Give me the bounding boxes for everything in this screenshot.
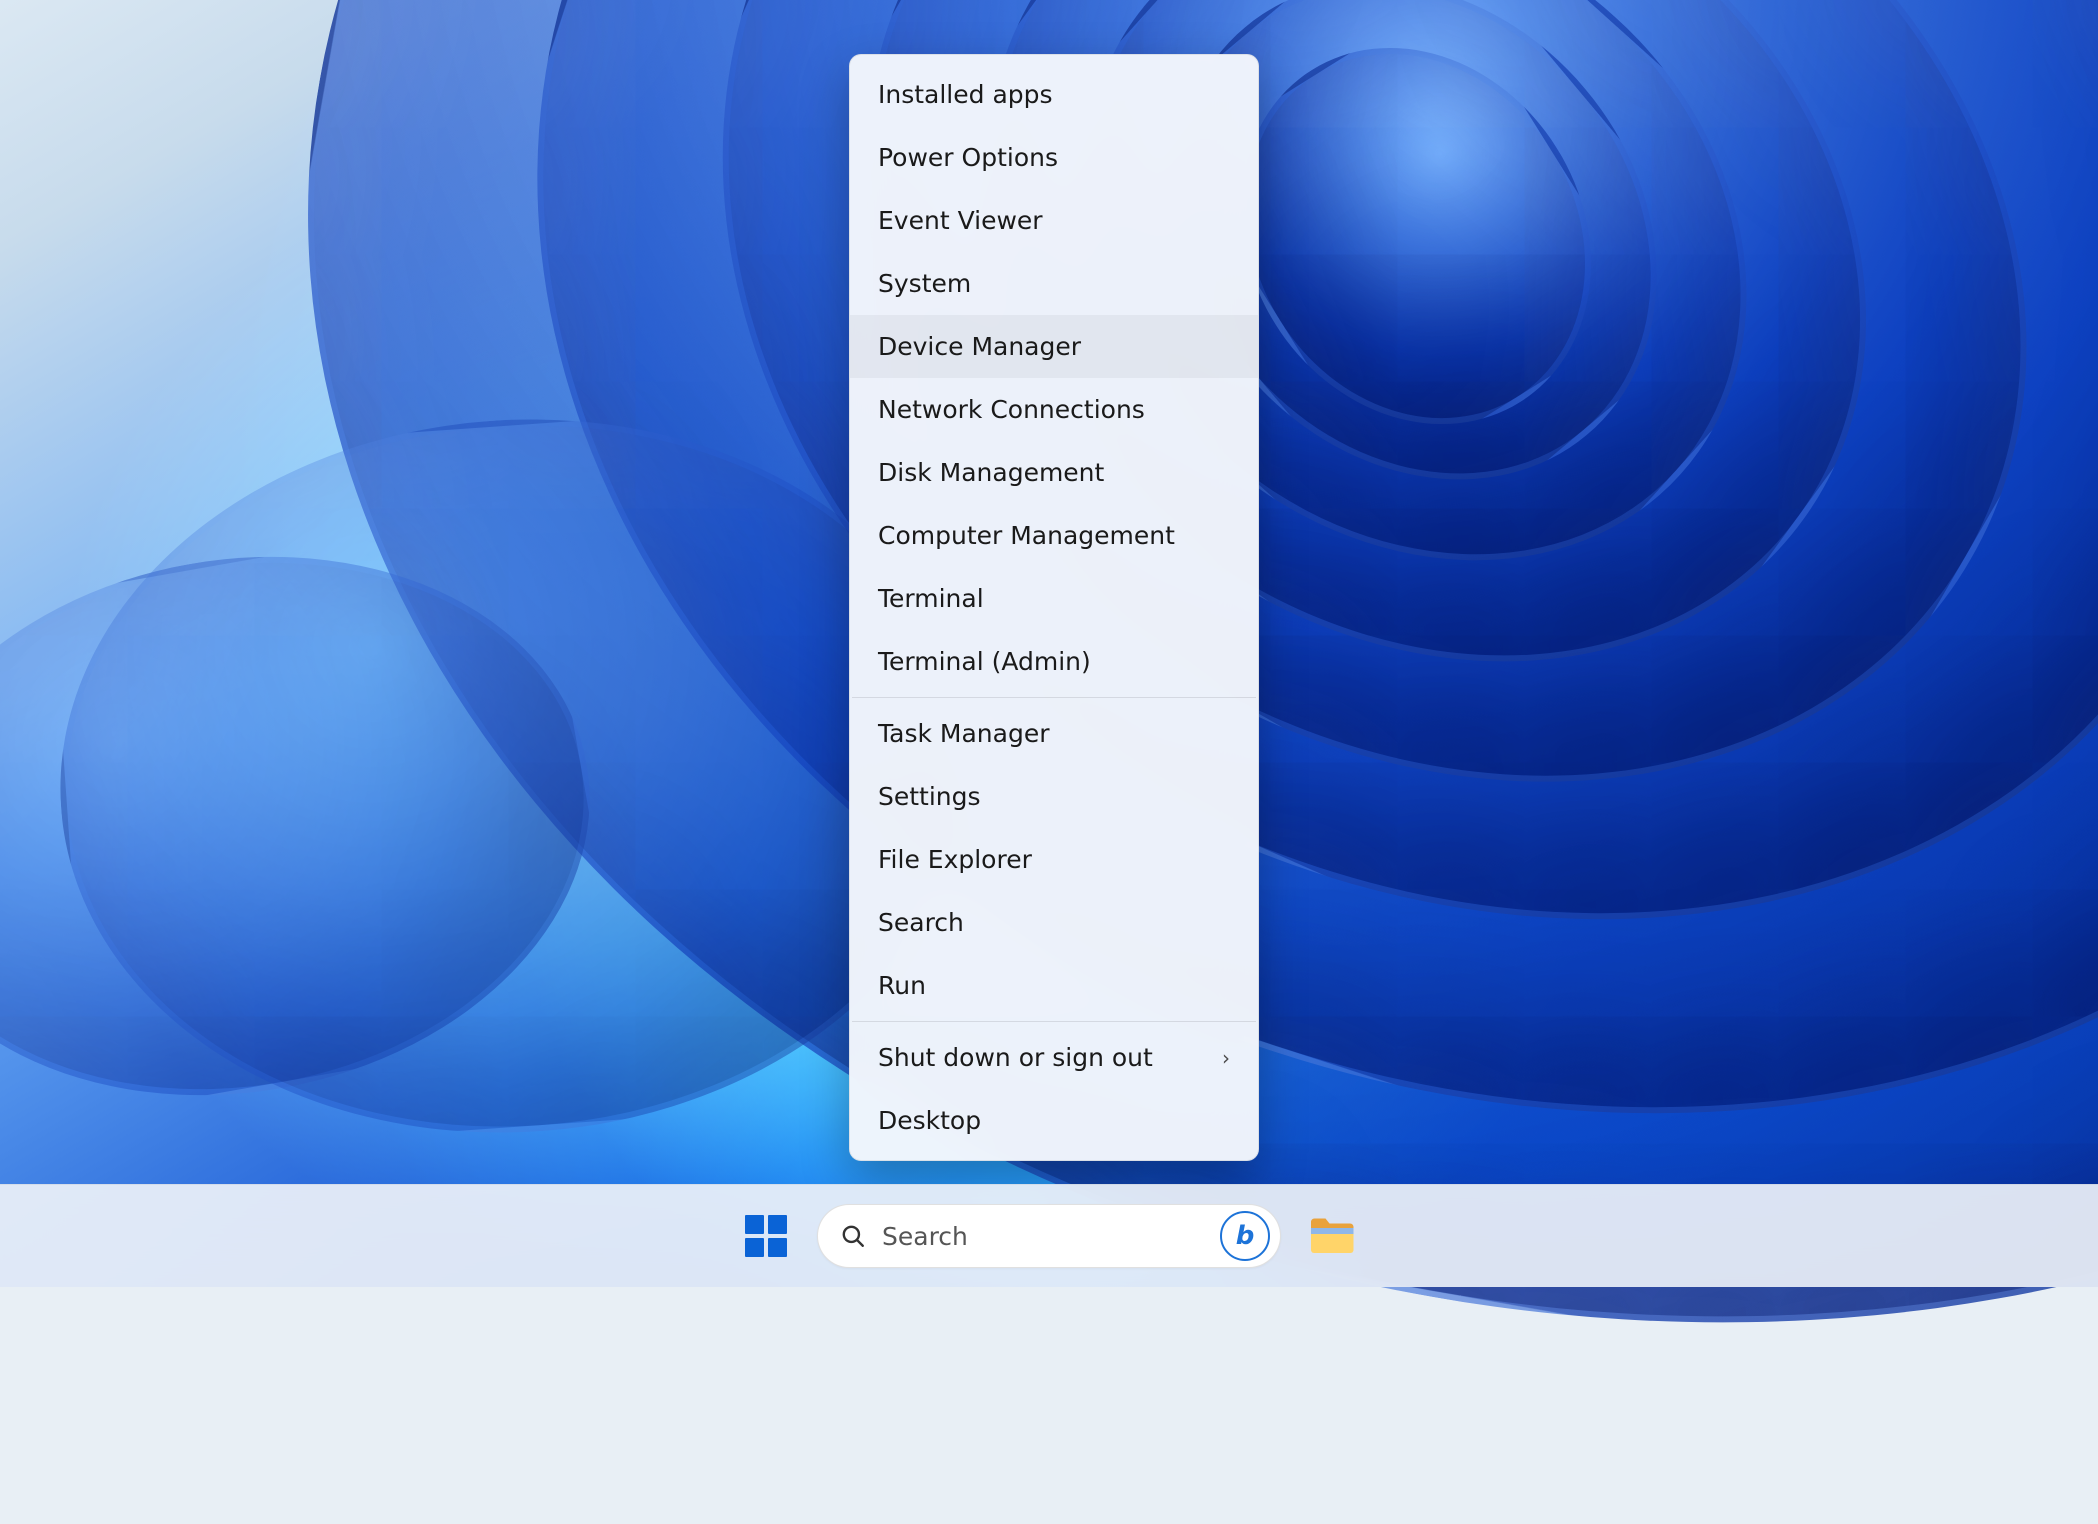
menu-item-label: Settings [878,782,981,811]
menu-item-terminal[interactable]: Terminal [850,567,1258,630]
menu-item-label: Installed apps [878,80,1053,109]
menu-item-computer-management[interactable]: Computer Management [850,504,1258,567]
menu-item-label: Device Manager [878,332,1081,361]
menu-item-search[interactable]: Search [850,891,1258,954]
menu-item-event-viewer[interactable]: Event Viewer [850,189,1258,252]
menu-item-label: Desktop [878,1106,981,1135]
search-placeholder: Search [882,1222,1204,1251]
menu-item-installed-apps[interactable]: Installed apps [850,63,1258,126]
menu-item-label: System [878,269,971,298]
menu-item-label: Run [878,971,926,1000]
menu-item-label: Computer Management [878,521,1175,550]
menu-item-terminal-admin[interactable]: Terminal (Admin) [850,630,1258,693]
menu-item-label: Shut down or sign out [878,1043,1153,1072]
taskbar: Search b [0,1184,2098,1287]
start-button[interactable] [733,1203,799,1269]
menu-item-label: Power Options [878,143,1058,172]
menu-item-label: Task Manager [878,719,1049,748]
menu-item-task-manager[interactable]: Task Manager [850,702,1258,765]
menu-item-label: Terminal (Admin) [878,647,1091,676]
winx-context-menu: Installed apps Power Options Event Viewer S… [849,54,1259,1161]
menu-item-power-options[interactable]: Power Options [850,126,1258,189]
menu-item-file-explorer[interactable]: File Explorer [850,828,1258,891]
file-explorer-taskbar-button[interactable] [1299,1203,1365,1269]
menu-item-system[interactable]: System [850,252,1258,315]
menu-item-network-connections[interactable]: Network Connections [850,378,1258,441]
menu-item-label: Event Viewer [878,206,1043,235]
menu-item-label: Disk Management [878,458,1104,487]
menu-item-label: Network Connections [878,395,1145,424]
menu-item-label: Search [878,908,964,937]
search-icon [840,1223,866,1249]
menu-item-run[interactable]: Run [850,954,1258,1017]
menu-item-device-manager[interactable]: Device Manager [850,315,1258,378]
menu-item-shut-down-or-sign-out[interactable]: Shut down or sign out › [850,1026,1258,1089]
chevron-right-icon: › [1222,1046,1230,1070]
menu-item-disk-management[interactable]: Disk Management [850,441,1258,504]
taskbar-search[interactable]: Search b [817,1204,1281,1268]
windows-logo-icon [745,1215,787,1257]
menu-item-desktop[interactable]: Desktop [850,1089,1258,1152]
menu-item-settings[interactable]: Settings [850,765,1258,828]
menu-separator [852,1021,1256,1022]
menu-separator [852,697,1256,698]
menu-item-label: File Explorer [878,845,1032,874]
file-explorer-icon [1309,1216,1355,1256]
bing-chat-icon[interactable]: b [1220,1211,1270,1261]
menu-item-label: Terminal [878,584,984,613]
